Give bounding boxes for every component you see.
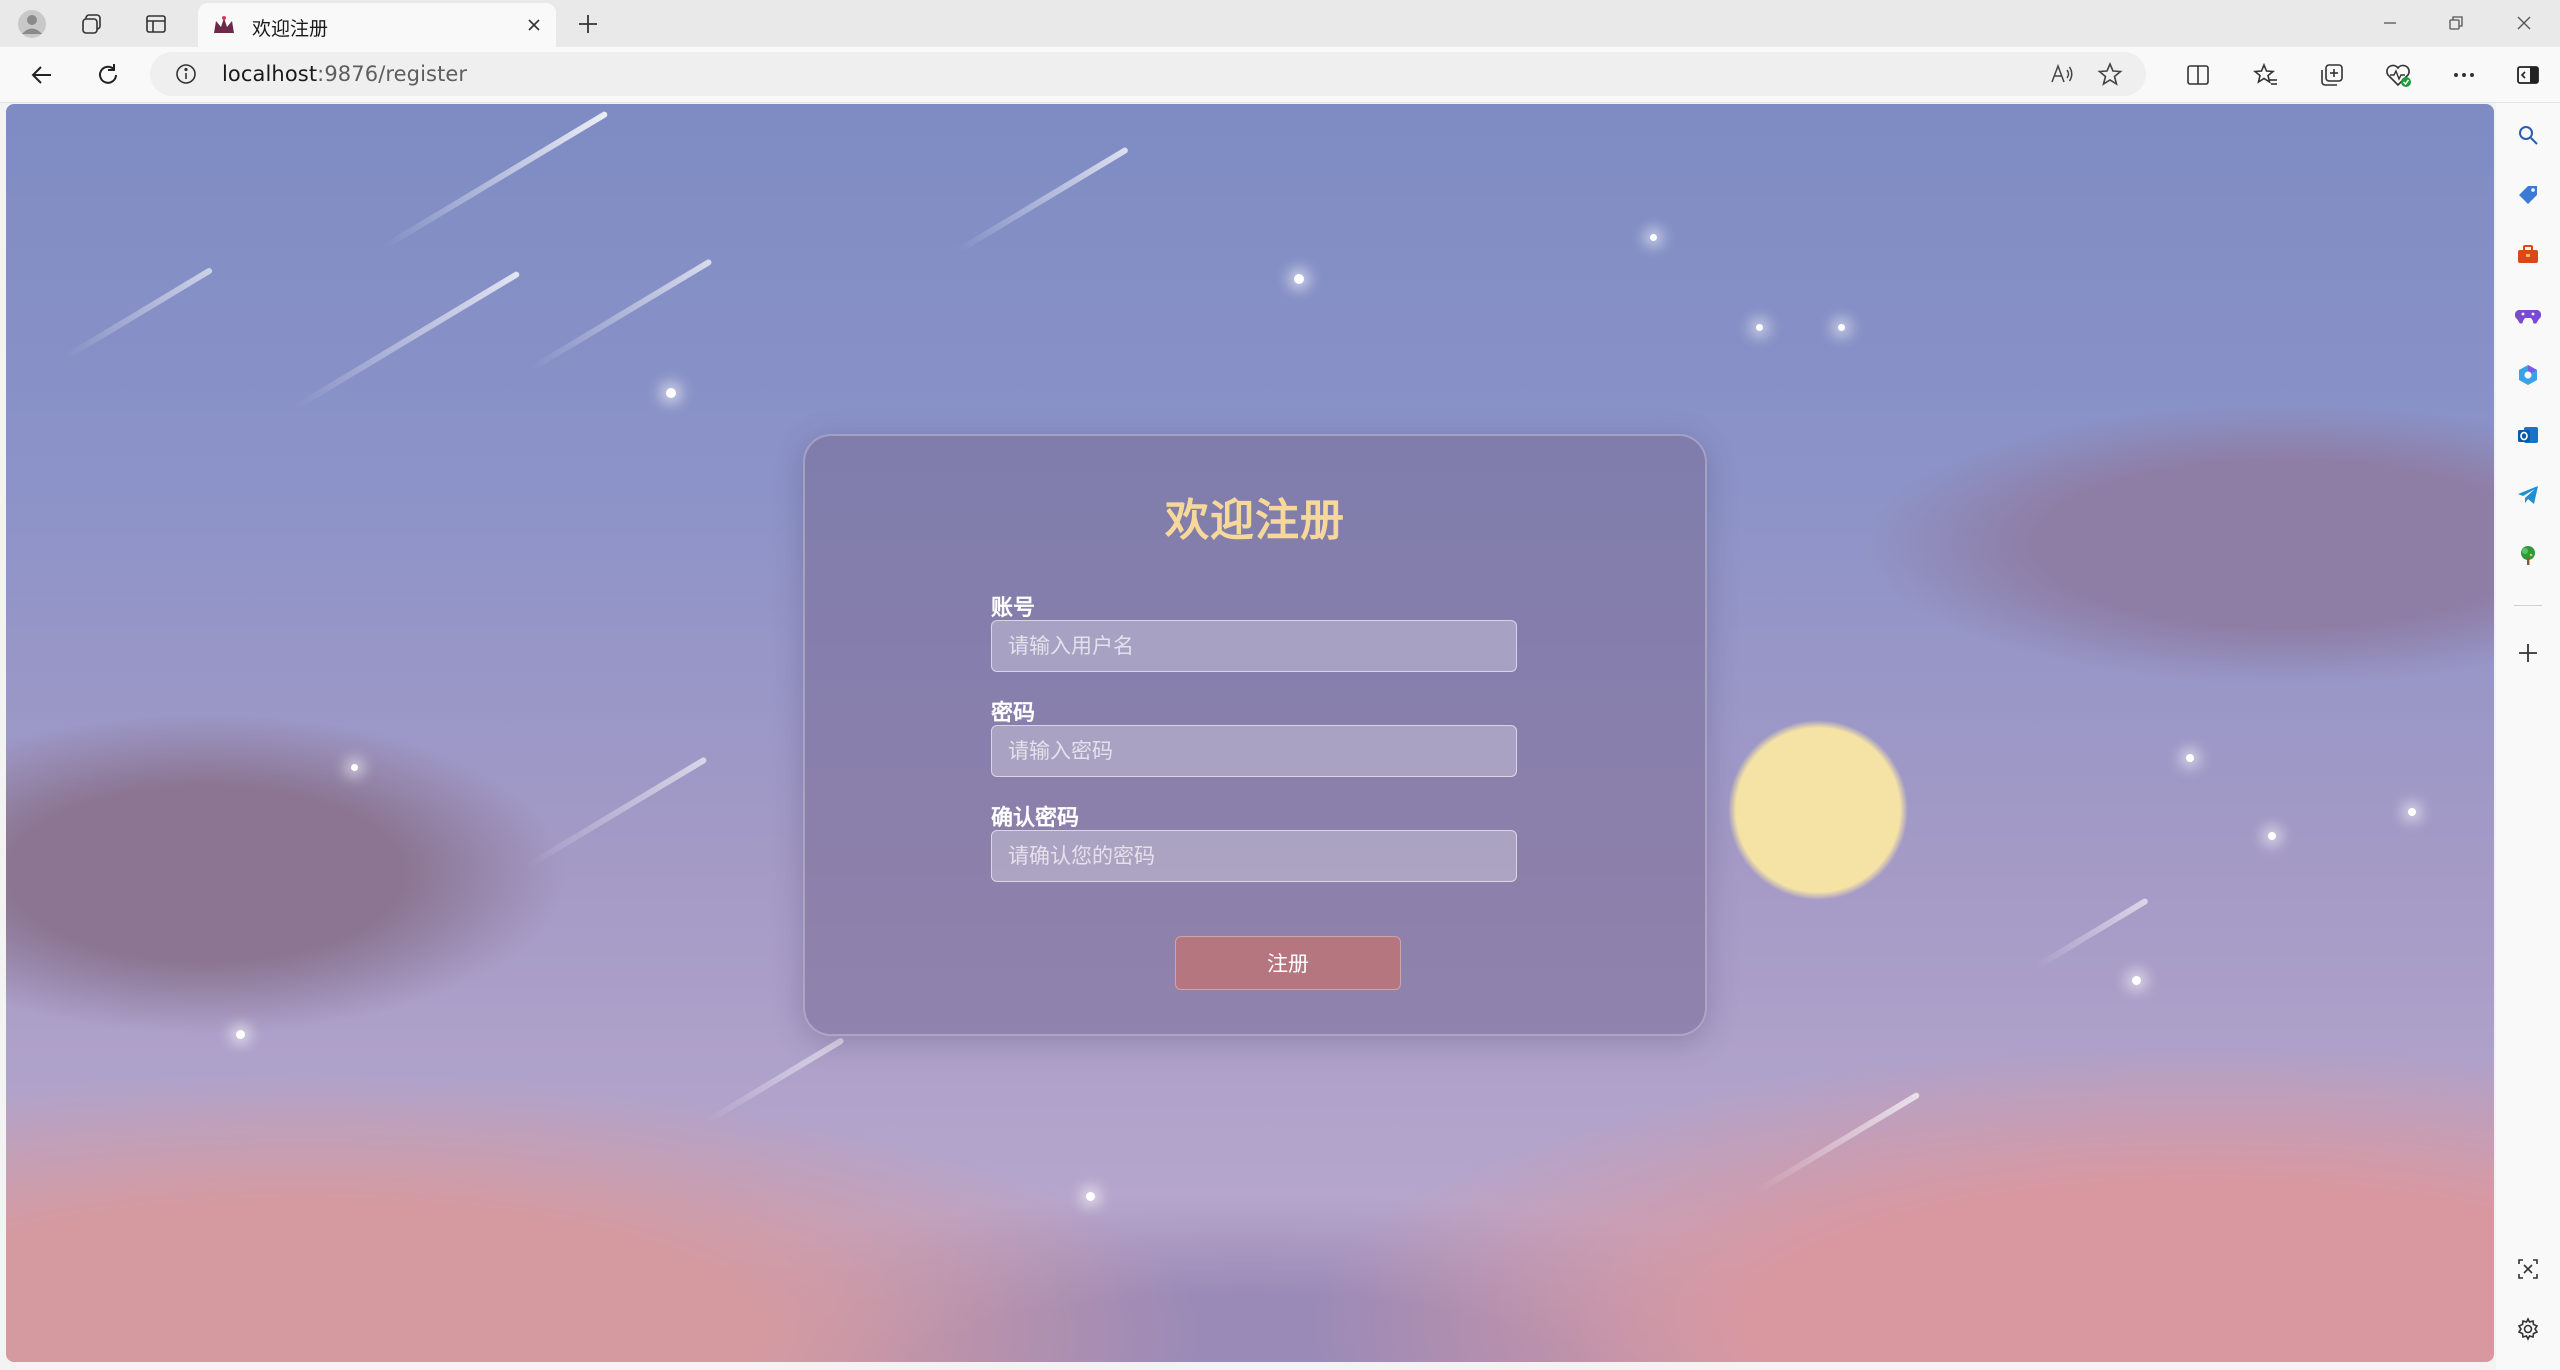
- meteor-streak: [382, 110, 609, 250]
- page-title: 欢迎注册: [1165, 495, 1345, 546]
- refresh-button[interactable]: [88, 55, 128, 95]
- meteor-streak: [294, 270, 521, 410]
- new-tab-button[interactable]: [570, 6, 606, 42]
- star: [2268, 832, 2276, 840]
- star: [1294, 274, 1304, 284]
- games-controller-icon[interactable]: [2510, 297, 2546, 333]
- close-window-button[interactable]: [2490, 0, 2558, 46]
- shopping-tag-icon[interactable]: [2510, 177, 2546, 213]
- tab-title: 欢迎注册: [252, 18, 329, 40]
- url-text[interactable]: localhost:9876/register: [222, 62, 467, 86]
- telegram-icon[interactable]: [2510, 477, 2546, 513]
- meteor-streak: [2034, 897, 2149, 970]
- password-input[interactable]: [991, 725, 1517, 777]
- password-label: 密码: [991, 701, 1036, 726]
- back-button[interactable]: [22, 55, 62, 95]
- meteor-streak: [529, 258, 713, 372]
- sidebar-toggle-icon[interactable]: [2508, 55, 2548, 95]
- meteor-streak: [1754, 1091, 1921, 1195]
- favorite-star-icon[interactable]: [2092, 56, 2128, 92]
- meteor-streak: [64, 266, 214, 360]
- star: [351, 764, 358, 771]
- edge-sidebar: [2496, 103, 2560, 1370]
- settings-gear-icon[interactable]: [2510, 1311, 2546, 1347]
- star: [2186, 754, 2194, 762]
- vertical-tabs-icon[interactable]: [138, 6, 174, 42]
- split-screen-icon[interactable]: [2178, 55, 2218, 95]
- close-tab-icon[interactable]: [520, 11, 548, 39]
- tree-icon[interactable]: [2510, 537, 2546, 573]
- url-path: :9876/register: [317, 62, 468, 86]
- url-host: localhost: [222, 62, 318, 86]
- heart-pulse-icon[interactable]: [2378, 55, 2418, 95]
- confirm-password-input[interactable]: [991, 830, 1517, 882]
- username-input[interactable]: [991, 620, 1517, 672]
- meteor-streak: [524, 756, 708, 870]
- workspaces-icon[interactable]: [74, 6, 110, 42]
- minimize-button[interactable]: [2356, 0, 2424, 46]
- copilot-icon[interactable]: [2510, 357, 2546, 393]
- tools-briefcase-icon[interactable]: [2510, 237, 2546, 273]
- read-aloud-icon[interactable]: [2044, 56, 2080, 92]
- navigation-bar: localhost:9876/register: [0, 47, 2560, 103]
- active-tab[interactable]: 欢迎注册: [198, 3, 556, 47]
- meteor-streak: [704, 1037, 845, 1125]
- info-icon[interactable]: [174, 62, 198, 86]
- screenshot-icon[interactable]: [2510, 1251, 2546, 1287]
- more-icon[interactable]: [2444, 55, 2484, 95]
- add-icon[interactable]: [2510, 635, 2546, 671]
- page-viewport: 欢迎注册 账号 密码 确认密码 注册: [6, 104, 2494, 1362]
- star: [2408, 808, 2416, 816]
- star: [236, 1030, 245, 1039]
- tab-strip: 欢迎注册: [0, 0, 2560, 47]
- profile-icon[interactable]: [14, 6, 50, 42]
- star: [2132, 976, 2141, 985]
- search-icon[interactable]: [2510, 117, 2546, 153]
- register-card: 欢迎注册 账号 密码 确认密码 注册: [803, 434, 1707, 1036]
- username-label: 账号: [991, 596, 1036, 621]
- outlook-icon[interactable]: [2510, 417, 2546, 453]
- star: [1086, 1192, 1095, 1201]
- favorites-icon[interactable]: [2246, 55, 2286, 95]
- register-button[interactable]: 注册: [1175, 936, 1401, 990]
- star: [1650, 234, 1657, 241]
- restore-button[interactable]: [2422, 0, 2490, 46]
- meteor-streak: [954, 146, 1129, 255]
- crown-favicon-icon: [212, 15, 236, 37]
- sidebar-divider: [2514, 605, 2542, 606]
- star: [666, 388, 676, 398]
- collections-icon[interactable]: [2312, 55, 2352, 95]
- confirm-password-label: 确认密码: [991, 806, 1080, 831]
- address-bar[interactable]: localhost:9876/register: [150, 52, 2146, 96]
- star: [1838, 324, 1845, 331]
- star: [1756, 324, 1763, 331]
